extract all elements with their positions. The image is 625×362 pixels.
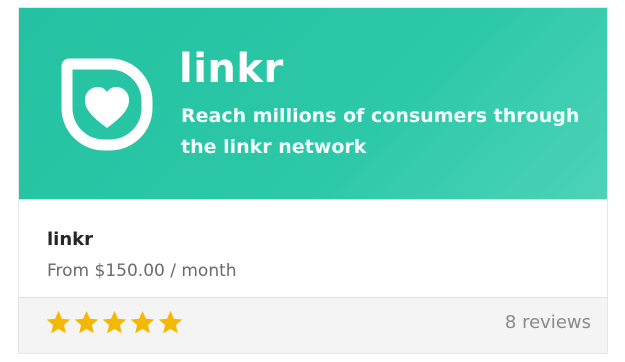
star-icon	[74, 311, 99, 334]
star-rating	[45, 309, 184, 336]
product-price: From $150.00 / month	[47, 261, 237, 281]
product-name[interactable]: linkr	[47, 229, 93, 250]
star-icon	[102, 311, 127, 334]
reviews-link[interactable]: 8 reviews	[505, 312, 591, 333]
brand-tagline: Reach millions of consumers through the …	[181, 105, 580, 158]
app-listing-card[interactable]: linkr Reach millions of consumers throug…	[18, 7, 608, 354]
star-icon	[130, 311, 155, 334]
listing-info: linkr From $150.00 / month	[19, 199, 607, 297]
heart-shield-icon	[61, 58, 153, 151]
star-icon	[158, 311, 183, 334]
star-icon	[46, 311, 71, 334]
listing-banner[interactable]: linkr Reach millions of consumers throug…	[19, 8, 607, 199]
brand-name: linkr	[179, 46, 284, 92]
listing-footer: 8 reviews	[19, 297, 607, 353]
